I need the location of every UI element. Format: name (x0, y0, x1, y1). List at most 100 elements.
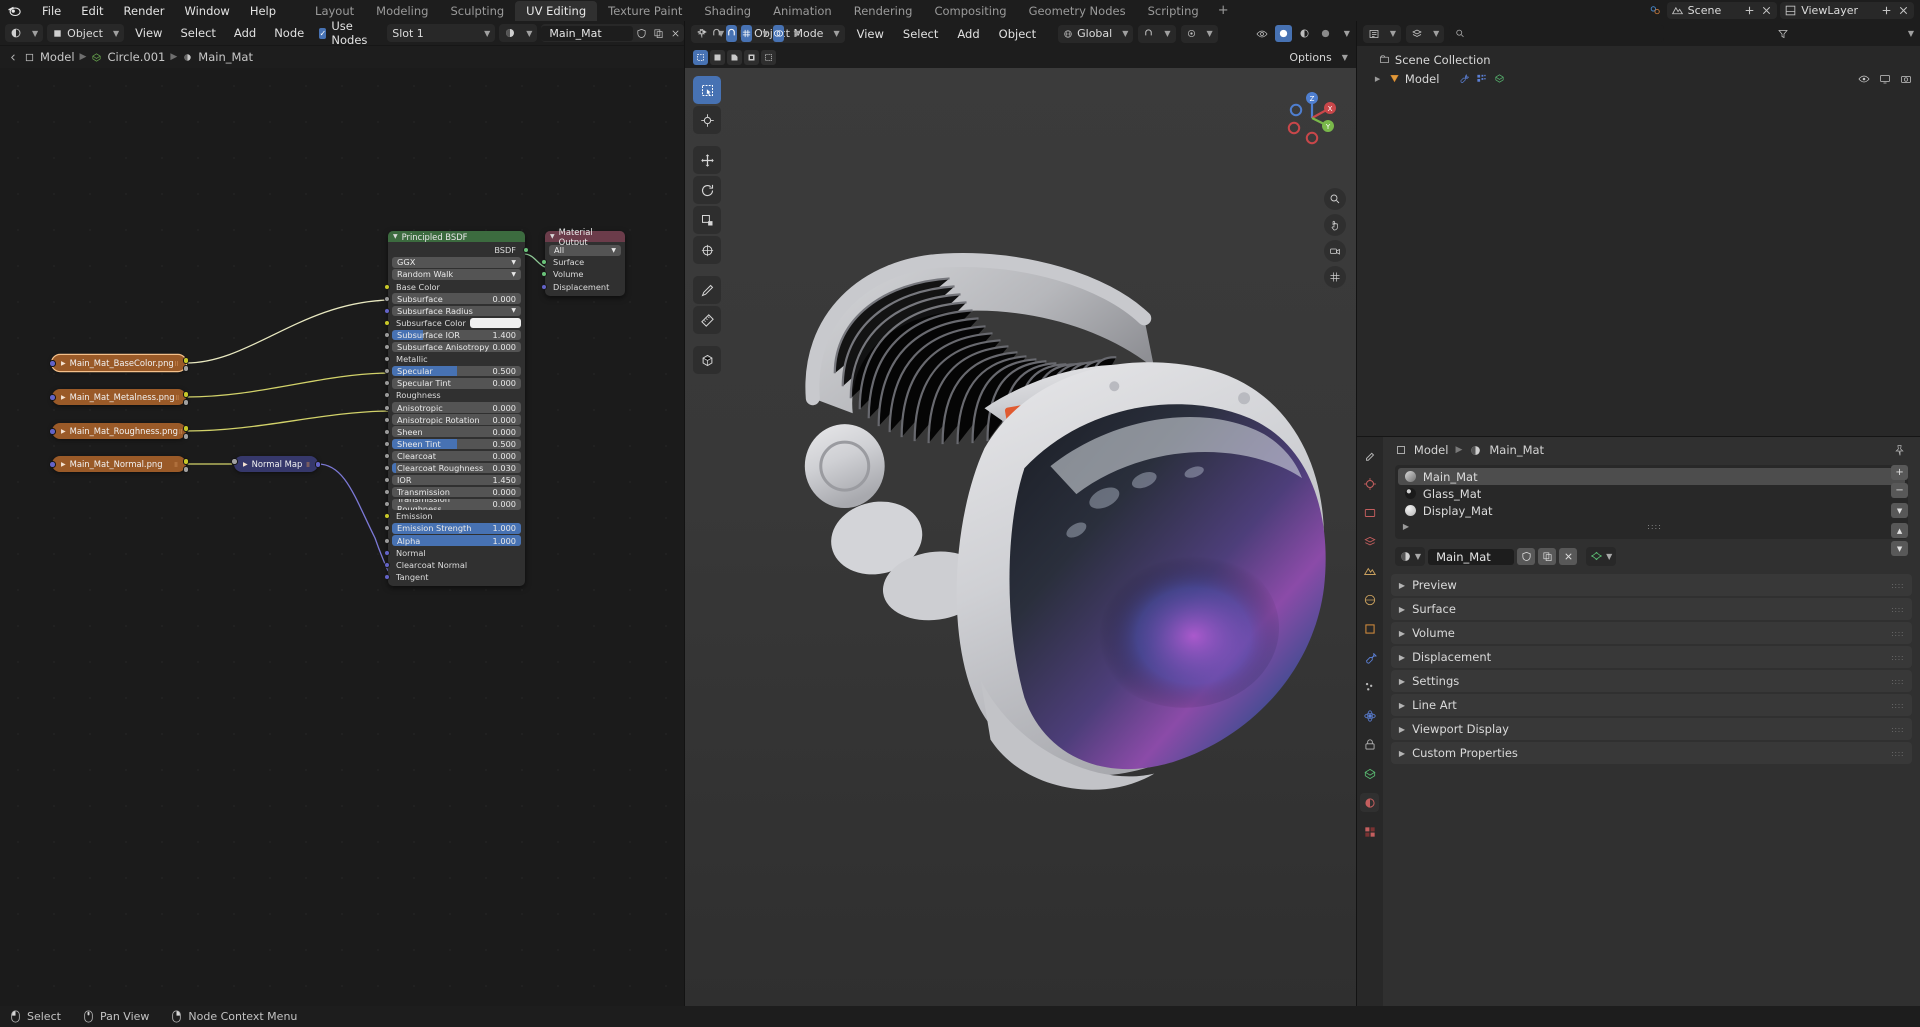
node-image-texture-basecolor[interactable]: ▶ Main_Mat_BaseColor.png ॥ (49, 355, 189, 372)
proportional-edit-selector[interactable]: ▼ (1180, 24, 1218, 43)
node-input-clearcoat[interactable]: Clearcoat 0.000 (384, 450, 521, 462)
socket-alpha-out[interactable] (182, 433, 189, 440)
socket-anisotropic[interactable] (384, 404, 390, 411)
eye-icon[interactable] (1858, 73, 1870, 85)
menu-help[interactable]: Help (240, 2, 286, 20)
tab-object-data[interactable] (1360, 764, 1379, 783)
socket-clearcoat[interactable] (384, 452, 390, 459)
input-slider[interactable]: Anisotropic Rotation 0.000 (392, 414, 521, 425)
input-slider[interactable]: Alpha 1.000 (392, 535, 521, 546)
node-input-alpha[interactable]: Alpha 1.000 (384, 535, 521, 547)
props-pin-icon[interactable] (1891, 442, 1908, 459)
input-slider[interactable]: Transmission Roughness 0.000 (392, 499, 521, 510)
new-scene-icon[interactable] (1743, 4, 1756, 17)
socket-alpha-out[interactable] (182, 399, 189, 406)
panel-settings[interactable]: ▶ Settings:::: (1390, 670, 1913, 692)
socket-volume-in[interactable] (541, 271, 547, 278)
socket-specular[interactable] (384, 368, 390, 375)
socket-clearcoat-normal[interactable] (384, 561, 390, 568)
panel-line-art[interactable]: ▶ Line Art:::: (1390, 694, 1913, 716)
outliner-filter-icon[interactable] (1775, 25, 1792, 42)
wrench-icon[interactable] (1458, 73, 1470, 84)
panel-preview[interactable]: ▶ Preview:::: (1390, 574, 1913, 596)
tab-modifiers[interactable] (1360, 648, 1379, 667)
socket-surface-in[interactable] (541, 259, 547, 266)
props-breadcrumb-object[interactable]: Model (1414, 443, 1449, 457)
node-input-specular[interactable]: Specular 0.500 (384, 365, 521, 377)
input-slider[interactable]: Sheen 0.000 (392, 426, 521, 437)
material-browse-selector[interactable]: ▼ (1394, 547, 1426, 566)
shading-solid-icon[interactable] (1274, 25, 1292, 42)
input-slider[interactable]: Subsurface Anisotropy 0.000 (392, 341, 521, 353)
node-input-base-color[interactable]: Base Color (384, 281, 521, 293)
node-prop-target[interactable]: All ▼ (549, 245, 621, 257)
material-slot-list-footer[interactable]: ▶ :::: (1395, 519, 1908, 534)
workspace-tab-uv-editing[interactable]: UV Editing (515, 0, 598, 21)
move-slot-up-button[interactable]: ▲ (1891, 523, 1909, 538)
tool-move[interactable] (693, 146, 721, 174)
panel-grip[interactable]: :::: (1891, 701, 1904, 710)
workspace-tab-animation[interactable]: Animation (762, 1, 843, 21)
workspace-tab-layout[interactable]: Layout (304, 1, 365, 21)
tab-scene[interactable] (1360, 561, 1379, 580)
node-input-subsurface-color[interactable]: Subsurface Color (384, 317, 521, 329)
socket-color-out[interactable] (182, 391, 189, 398)
viewport-menu-add[interactable]: Add (950, 25, 986, 43)
tool-transform[interactable] (693, 236, 721, 264)
shader-menu-select[interactable]: Select (173, 24, 222, 42)
menu-render[interactable]: Render (114, 2, 175, 20)
tool-tweak[interactable] (693, 76, 721, 104)
tool-rotate[interactable] (693, 176, 721, 204)
outliner-scene-collection[interactable]: Scene Collection (1357, 50, 1920, 69)
socket-color-out[interactable] (182, 357, 189, 364)
panel-custom-properties[interactable]: ▶ Custom Properties:::: (1390, 742, 1913, 764)
socket-normal[interactable] (384, 549, 390, 556)
tab-constraints[interactable] (1360, 735, 1379, 754)
select-lasso-icon[interactable] (727, 49, 742, 65)
panel-surface[interactable]: ▶ Surface:::: (1390, 598, 1913, 620)
tool-annotate[interactable] (693, 276, 721, 304)
node-input-subsurface-radius[interactable]: Subsurface Radius ▼ (384, 305, 521, 317)
viewport-menu-view[interactable]: View (850, 25, 891, 43)
add-material-slot-button[interactable]: + (1891, 465, 1909, 480)
snap-target-grid-icon[interactable] (741, 24, 753, 42)
unlink-material-close-icon[interactable] (1559, 548, 1578, 565)
tab-particles[interactable] (1360, 677, 1379, 696)
socket-color-out[interactable] (182, 458, 189, 465)
camera-icon[interactable] (1900, 73, 1912, 85)
socket-alpha-out[interactable] (182, 365, 189, 372)
node-canvas[interactable]: ▶ Main_Mat_BaseColor.png ॥ ▶ Main_Mat_Me… (0, 68, 684, 1006)
node-input-subsurface-anisotropy[interactable]: Subsurface Anisotropy 0.000 (384, 341, 521, 353)
node-header[interactable]: ▼ Material Output (545, 227, 625, 247)
fake-user-shield-icon[interactable] (633, 25, 650, 42)
remove-material-slot-button[interactable]: − (1891, 483, 1909, 498)
input-slider[interactable]: Subsurface 0.000 (392, 293, 521, 304)
node-input-sheen-tint[interactable]: Sheen Tint 0.500 (384, 438, 521, 450)
socket-subsurface[interactable] (384, 295, 390, 302)
node-input-subsurface-ior[interactable]: Subsurface IOR 1.400 (384, 329, 521, 341)
select-extend-icon[interactable] (744, 49, 759, 65)
outliner-search-input[interactable] (1449, 25, 1665, 42)
visibility-filter-icon[interactable] (1254, 25, 1271, 42)
new-material-copy-icon[interactable] (650, 25, 667, 42)
node-input-clearcoat-normal[interactable]: Clearcoat Normal (384, 559, 521, 571)
node-image-texture-normal[interactable]: ▶ Main_Mat_Normal.png ॥ (49, 456, 189, 473)
tab-world[interactable] (1360, 590, 1379, 609)
input-slider[interactable]: Subsurface IOR 1.400 (392, 329, 521, 341)
material-slot-display-mat[interactable]: Display_Mat (1398, 502, 1905, 519)
pin-icon[interactable] (696, 25, 707, 42)
tool-cursor[interactable] (693, 106, 721, 134)
input-slider[interactable]: Specular Tint 0.000 (392, 378, 521, 389)
material-name-field[interactable]: Main_Mat (541, 24, 685, 42)
material-slot-main-mat[interactable]: Main_Mat (1397, 468, 1906, 485)
snap-options-chevron-icon[interactable]: ▼ (756, 29, 768, 38)
panel-grip[interactable]: :::: (1891, 725, 1904, 734)
workspace-tab-sculpting[interactable]: Sculpting (439, 1, 515, 21)
viewport-options-button[interactable]: Options ▼ (1289, 51, 1348, 64)
shading-material-preview-icon[interactable] (1296, 25, 1313, 42)
socket-transmission-roughness[interactable] (384, 501, 390, 508)
shading-rendered-icon[interactable] (1317, 25, 1334, 42)
node-input-metallic[interactable]: Metallic (384, 353, 521, 365)
outliner-editor-type-selector[interactable]: ▼ (1362, 24, 1402, 43)
tab-physics[interactable] (1360, 706, 1379, 725)
